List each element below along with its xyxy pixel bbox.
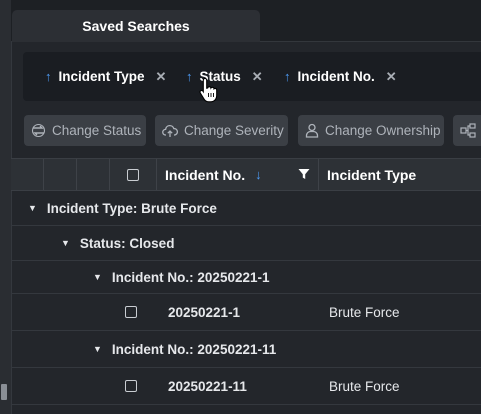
header-select-cell <box>110 159 157 190</box>
group-row[interactable]: ▼ Incident No.: 20250221-11 <box>11 331 481 368</box>
incident-grid: Incident No. ↓ Incident Type ▼ Incident … <box>11 158 481 414</box>
arrow-up-icon[interactable]: ↑ <box>186 69 193 84</box>
column-title: Incident No. <box>165 166 246 183</box>
hand-cursor-icon <box>199 77 218 103</box>
header-spacer-cell <box>77 159 110 190</box>
table-row[interactable]: 20250221-11 Brute Force <box>11 368 481 405</box>
action-toolbar: Change Status Change Severity Change Own… <box>11 101 481 158</box>
grid-header: Incident No. ↓ Incident Type <box>11 158 481 191</box>
workflow-button[interactable] <box>453 115 481 146</box>
workflow-icon <box>460 123 476 139</box>
close-icon[interactable]: ✕ <box>252 69 263 85</box>
close-icon[interactable]: ✕ <box>386 69 397 85</box>
group-row[interactable]: ▼ Incident Type: Brute Force <box>11 191 481 226</box>
close-icon[interactable]: ✕ <box>156 69 167 85</box>
table-row[interactable]: 20250221-1 Brute Force <box>11 294 481 331</box>
tab-bar: Saved Searches <box>11 0 481 42</box>
change-status-button[interactable]: Change Status <box>24 115 146 146</box>
expand-triangle-icon[interactable]: ▼ <box>61 238 70 248</box>
row-checkbox[interactable] <box>125 380 137 392</box>
group-label: Status: Closed <box>79 235 175 251</box>
group-chip-incident-no[interactable]: ↑ Incident No. ✕ <box>284 52 397 101</box>
group-chip-label: Incident Type <box>58 69 145 84</box>
change-severity-button[interactable]: Change Severity <box>155 115 288 146</box>
change-ownership-label: Change Ownership <box>325 123 441 138</box>
group-chip-label: Incident No. <box>297 69 375 84</box>
change-status-icon <box>31 123 46 139</box>
group-label: Incident No.: 20250221-1 <box>111 269 270 285</box>
column-title: Incident Type <box>327 166 417 183</box>
expand-triangle-icon[interactable]: ▼ <box>28 203 37 213</box>
header-spacer-cell <box>11 159 44 190</box>
arrow-up-icon[interactable]: ↑ <box>45 69 52 84</box>
filter-icon[interactable] <box>298 168 310 180</box>
select-all-checkbox[interactable] <box>127 168 139 181</box>
tab-saved-searches[interactable]: Saved Searches <box>12 10 260 42</box>
cloud-upload-icon <box>162 123 178 139</box>
change-ownership-button[interactable]: Change Ownership <box>298 115 444 146</box>
expand-triangle-icon[interactable]: ▼ <box>93 272 102 282</box>
group-row[interactable]: ▼ Incident No.: 20250221-1 <box>11 261 481 294</box>
change-status-label: Change Status <box>52 123 142 138</box>
user-icon <box>305 123 319 139</box>
cell-incident-no: 20250221-11 <box>168 378 247 394</box>
cell-incident-no: 20250221-1 <box>168 304 241 320</box>
group-chip-incident-type[interactable]: ↑ Incident Type ✕ <box>45 52 166 101</box>
arrow-up-icon[interactable]: ↑ <box>284 69 291 84</box>
group-chip-status[interactable]: ↑ Status ✕ <box>186 52 263 101</box>
group-label: Incident Type: Brute Force <box>46 200 217 216</box>
column-header-incident-no[interactable]: Incident No. ↓ <box>157 159 319 190</box>
sort-descending-icon[interactable]: ↓ <box>255 167 262 182</box>
header-spacer-cell <box>44 159 77 190</box>
panel-resize-handle[interactable] <box>1 384 7 400</box>
expand-triangle-icon[interactable]: ▼ <box>93 344 102 354</box>
change-severity-label: Change Severity <box>184 123 284 138</box>
group-by-bar: ↑ Incident Type ✕ ↑ Status ✕ ↑ Incident … <box>23 52 481 101</box>
column-header-incident-type[interactable]: Incident Type <box>319 159 481 190</box>
row-checkbox[interactable] <box>125 306 137 318</box>
cell-incident-type: Brute Force <box>329 304 400 320</box>
group-row[interactable]: ▼ Status: Closed <box>11 226 481 261</box>
group-label: Incident No.: 20250221-11 <box>111 341 277 357</box>
cell-incident-type: Brute Force <box>329 378 400 394</box>
